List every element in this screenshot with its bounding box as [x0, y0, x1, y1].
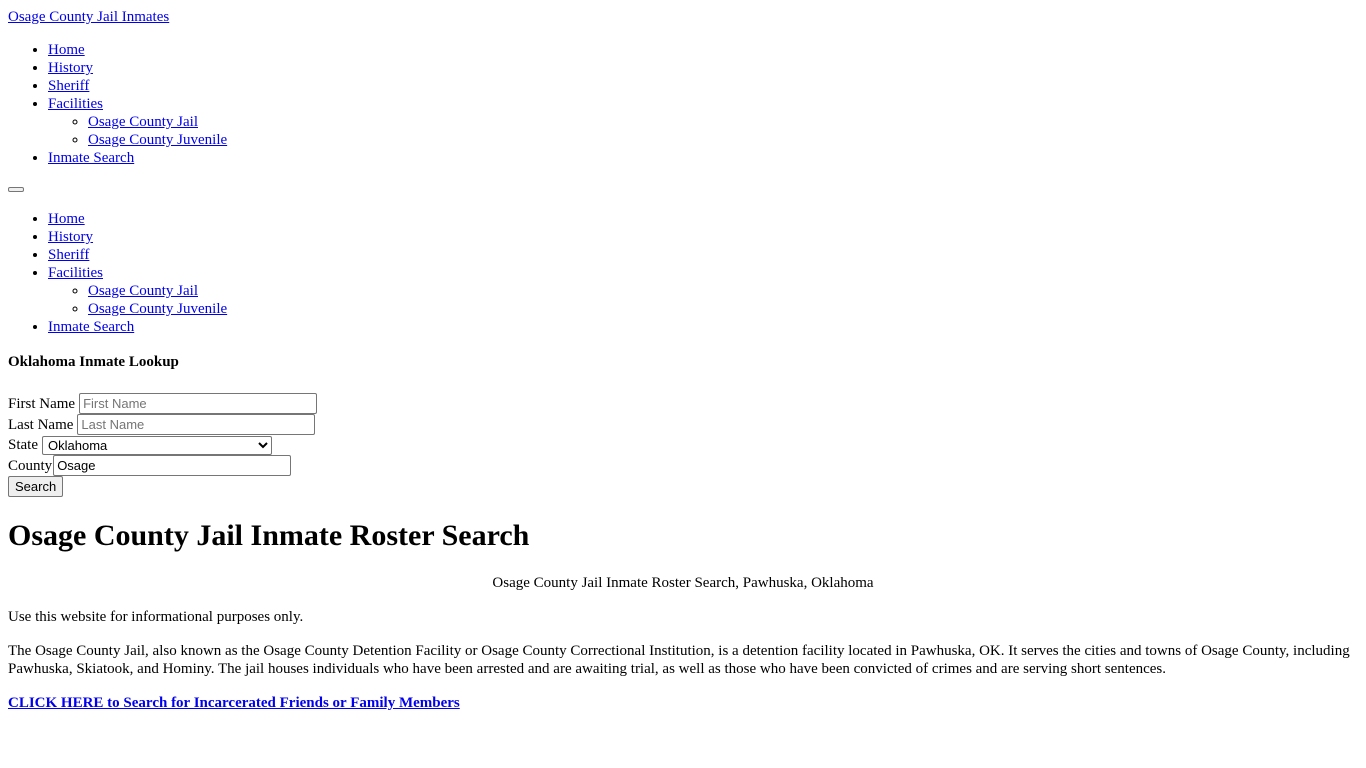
submenu-item-jail: Osage County Jail	[88, 113, 1358, 131]
menu-item-inmate-search: Inmate Search	[48, 149, 1358, 167]
menu-link-history[interactable]: History	[48, 60, 93, 76]
last-name-row: Last Name	[8, 414, 1358, 435]
mobile-submenu-item-juvenile: Osage County Juvenile	[88, 300, 1358, 318]
search-button[interactable]: Search	[8, 476, 64, 497]
mobile-menu-item-sheriff: Sheriff	[48, 246, 1358, 264]
mobile-submenu-link-osage-county-jail[interactable]: Osage County Jail	[88, 283, 198, 299]
search-row: Search	[8, 476, 1358, 497]
menu-link-inmate-search[interactable]: Inmate Search	[48, 150, 134, 166]
mobile-menu-link-facilities[interactable]: Facilities	[48, 265, 103, 281]
state-row: State Oklahoma	[8, 435, 1358, 455]
mobile-menu-link-history[interactable]: History	[48, 229, 93, 245]
mobile-menu-item-home: Home	[48, 210, 1358, 228]
intro-paragraph: The Osage County Jail, also known as the…	[8, 643, 1350, 677]
site-title-link[interactable]: Osage County Jail Inmates	[8, 8, 1358, 26]
first-name-row: First Name	[8, 393, 1358, 414]
county-label: County	[8, 457, 53, 474]
first-name-field[interactable]	[79, 393, 318, 414]
county-row: County	[8, 455, 1358, 476]
mobile-menu-link-sheriff[interactable]: Sheriff	[48, 247, 89, 263]
mobile-submenu-item-jail: Osage County Jail	[88, 282, 1358, 300]
mobile-menu-item-history: History	[48, 228, 1358, 246]
hero-image-alt-text: Osage County Jail Inmate Roster Search, …	[492, 575, 874, 591]
mobile-menu-item-inmate-search: Inmate Search	[48, 318, 1358, 336]
page-title: Osage County Jail Inmate Roster Search	[8, 519, 530, 552]
menu-item-facilities: Facilities Osage County Jail Osage Count…	[48, 95, 1358, 149]
menu-item-history: History	[48, 59, 1358, 77]
mobile-menu: Home History Sheriff Facilities Osage Co…	[8, 210, 1358, 336]
state-select[interactable]: Oklahoma	[42, 435, 272, 455]
disclaimer-text: Use this website for informational purpo…	[8, 609, 304, 625]
menu-link-home[interactable]: Home	[48, 42, 85, 58]
mobile-menu-item-facilities: Facilities Osage County Jail Osage Count…	[48, 264, 1358, 318]
mobile-menu-link-inmate-search[interactable]: Inmate Search	[48, 319, 134, 335]
submenu-link-osage-county-juvenile[interactable]: Osage County Juvenile	[88, 132, 227, 148]
menu-link-facilities[interactable]: Facilities	[48, 96, 103, 112]
menu-link-sheriff[interactable]: Sheriff	[48, 78, 89, 94]
submenu-item-juvenile: Osage County Juvenile	[88, 131, 1358, 149]
mobile-submenu-link-osage-county-juvenile[interactable]: Osage County Juvenile	[88, 301, 227, 317]
page: Osage County Jail Inmates Home History S…	[0, 0, 1366, 720]
mobile-menu-link-home[interactable]: Home	[48, 211, 85, 227]
inmate-lookup-form: First Name Last Name State Oklahoma Coun…	[8, 393, 1358, 497]
last-name-label: Last Name	[8, 416, 74, 433]
submenu-link-osage-county-jail[interactable]: Osage County Jail	[88, 114, 198, 130]
state-label: State	[8, 437, 38, 453]
menu-item-home: Home	[48, 41, 1358, 59]
primary-menu: Home History Sheriff Facilities Osage Co…	[8, 41, 1358, 167]
search-cta-link[interactable]: CLICK HERE to Search for Incarcerated Fr…	[8, 695, 460, 711]
first-name-label: First Name	[8, 395, 76, 412]
menu-item-sheriff: Sheriff	[48, 77, 1358, 95]
hero-image: Osage County Jail Inmate Roster Search, …	[8, 574, 1358, 592]
county-field[interactable]	[53, 455, 292, 476]
last-name-field[interactable]	[77, 414, 316, 435]
menu-toggle-button[interactable]	[8, 187, 24, 192]
lookup-title: Oklahoma Inmate Lookup	[8, 354, 179, 370]
